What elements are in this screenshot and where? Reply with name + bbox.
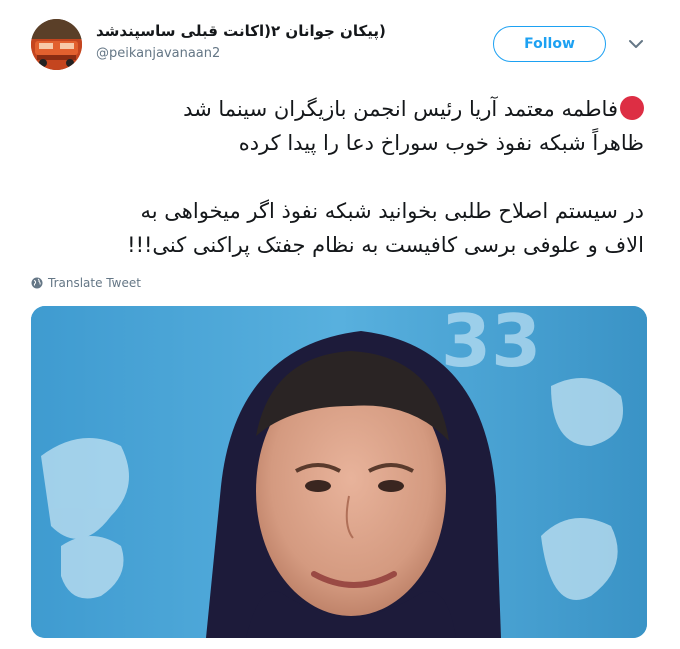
globe-icon (31, 277, 43, 289)
tweet-line-4: الاف و علوفی برسی کافیست به نظام جفتک پر… (127, 233, 644, 257)
red-circle-emoji (620, 96, 644, 120)
display-name[interactable]: (پیکان جوانان ۲(اکانت قبلی ساسپندشد (96, 22, 396, 40)
tweet-line-2: ظاهراً شبکه نفوذ خوب سوراخ دعا را پیدا ک… (238, 131, 644, 155)
translate-tweet-label[interactable]: Translate Tweet (48, 276, 141, 290)
follow-button[interactable]: Follow (493, 26, 606, 62)
tweet-line-1: فاطمه معتمد آریا رئیس انجمن بازیگران سین… (183, 97, 618, 121)
translate-tweet-link[interactable]: Translate Tweet (31, 276, 141, 290)
media-overlay-text: 33 (441, 306, 541, 383)
tweet-line-3: در سیستم اصلاح طلبی بخوانید شبکه نفوذ اگ… (140, 199, 644, 223)
user-avatar[interactable] (31, 19, 82, 70)
tweet-card: (پیکان جوانان ۲(اکانت قبلی ساسپندشد @pei… (0, 0, 680, 649)
tweet-line: فاطمه معتمد آریا رئیس انجمن بازیگران سین… (30, 92, 644, 126)
tweet-photo[interactable]: 33 (31, 306, 647, 638)
svg-text:33: 33 (441, 306, 541, 383)
user-handle[interactable]: @peikanjavanaan2 (96, 46, 220, 61)
tweet-text: فاطمه معتمد آریا رئیس انجمن بازیگران سین… (30, 92, 644, 262)
chevron-down-icon[interactable] (628, 38, 644, 50)
